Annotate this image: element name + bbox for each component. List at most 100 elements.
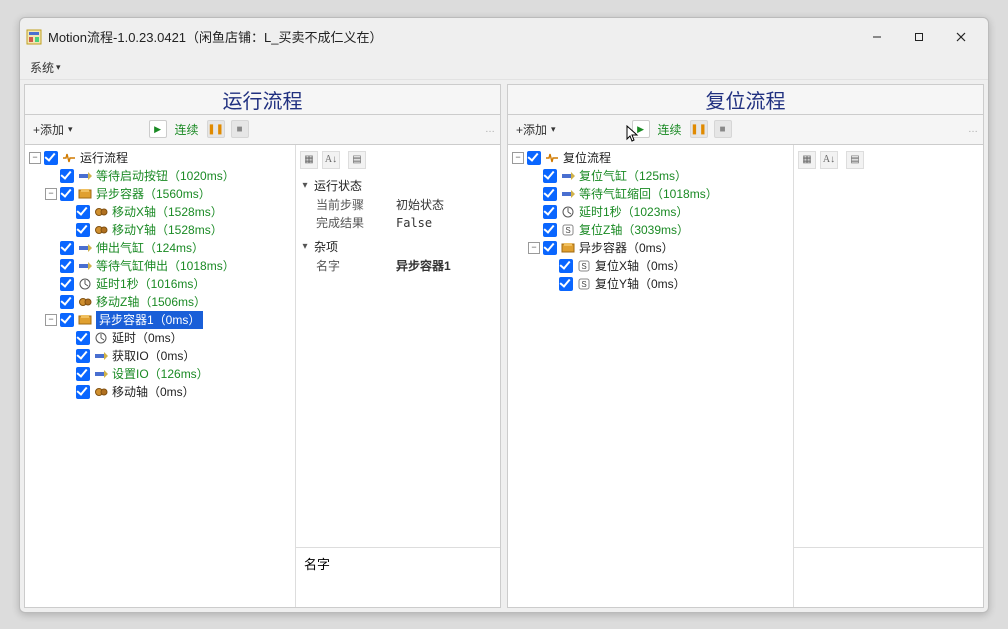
tree-node[interactable]: 移动Y轴（1528ms） [59,221,293,239]
pages-icon[interactable]: ▤ [846,151,864,169]
pages-icon[interactable]: ▤ [348,151,366,169]
checkbox-icon[interactable] [559,259,573,273]
tree-node[interactable]: 复位气缸（125ms） [526,167,791,185]
checkbox-icon[interactable] [527,151,541,165]
tree-node[interactable]: 等待启动按钮（1020ms） [43,167,293,185]
toolbar-right: +添加 ▾ ▶ 连续 ❚❚ ■ … [507,114,984,144]
expander-icon[interactable]: − [45,314,57,326]
add-button[interactable]: +添加 ▾ [512,119,560,140]
flow-icon [544,151,560,165]
tree-node[interactable]: 延时（0ms） [59,329,293,347]
tree-node[interactable]: 移动轴（0ms） [59,383,293,401]
tree-node[interactable]: − 异步容器（0ms） S复位X轴（0ms） S复位Y轴（0ms） [526,239,791,293]
tree-node[interactable]: 等待气缸缩回（1018ms） [526,185,791,203]
node-label: 移动Y轴（1528ms） [112,221,223,239]
checkbox-icon[interactable] [543,205,557,219]
add-button[interactable]: +添加 ▾ [29,119,77,140]
prop-row[interactable]: 完成结果False [300,214,496,232]
tree-run[interactable]: − 运行流程 等待启动按钮（1020ms） −异步容器（1560ms） [25,145,295,607]
pause-button[interactable]: ❚❚ [207,120,225,138]
prop-group-label: 杂项 [314,238,338,255]
checkbox-icon[interactable] [543,241,557,255]
checkbox-icon[interactable] [60,313,74,327]
svg-text:S: S [565,226,570,235]
tree-node[interactable]: 延时1秒（1016ms） [43,275,293,293]
checkbox-icon[interactable] [60,169,74,183]
clock-icon [93,331,109,345]
stop-button[interactable]: ■ [231,120,249,138]
tree-node[interactable]: −异步容器（1560ms） 移动X轴（1528ms） 移动Y轴（1528ms） [43,185,293,239]
pause-button[interactable]: ❚❚ [690,120,708,138]
tree-node[interactable]: 移动Z轴（1506ms） [43,293,293,311]
continuous-button[interactable]: 连续 [656,121,684,138]
expander-icon[interactable]: − [528,242,540,254]
property-grid-right: ▦ A↓ ▤ [793,145,983,607]
tree-node[interactable]: 移动X轴（1528ms） [59,203,293,221]
more-icon[interactable]: … [968,124,979,135]
sort-az-icon[interactable]: A↓ [820,151,838,169]
tree-root[interactable]: − 运行流程 等待启动按钮（1020ms） −异步容器（1560ms） [27,149,293,401]
prop-group-label: 运行状态 [314,177,362,194]
checkbox-icon[interactable] [76,349,90,363]
minimize-button[interactable] [856,23,898,51]
tree-reset[interactable]: − 复位流程 复位气缸（125ms） 等待气缸缩回（1018ms） 延时1秒（1… [508,145,793,607]
play-button[interactable]: ▶ [632,120,650,138]
clock-icon [560,205,576,219]
caret-icon[interactable]: ▾ [300,180,310,191]
node-label: 等待气缸缩回（1018ms） [579,185,718,203]
tree-node[interactable]: S 复位Z轴（3039ms） [526,221,791,239]
checkbox-icon[interactable] [60,241,74,255]
node-label: 复位流程 [563,149,611,167]
sort-az-icon[interactable]: A↓ [322,151,340,169]
checkbox-icon[interactable] [76,223,90,237]
tree-node[interactable]: S复位X轴（0ms） [542,257,791,275]
s-icon: S [576,259,592,273]
checkbox-icon[interactable] [76,367,90,381]
tree-node[interactable]: 等待气缸伸出（1018ms） [43,257,293,275]
tree-root[interactable]: − 复位流程 复位气缸（125ms） 等待气缸缩回（1018ms） 延时1秒（1… [510,149,791,293]
node-label: 异步容器（0ms） [579,239,674,257]
tree-node[interactable]: 获取IO（0ms） [59,347,293,365]
checkbox-icon[interactable] [76,385,90,399]
play-button[interactable]: ▶ [149,120,167,138]
prop-row[interactable]: 名字异步容器1 [300,257,496,275]
io-icon [560,169,576,183]
checkbox-icon[interactable] [76,331,90,345]
container-icon [77,313,93,327]
checkbox-icon[interactable] [543,187,557,201]
tree-node[interactable]: 设置IO（126ms） [59,365,293,383]
caret-icon[interactable]: ▾ [300,241,310,252]
checkbox-icon[interactable] [60,295,74,309]
split-left: − 运行流程 等待启动按钮（1020ms） −异步容器（1560ms） [24,144,501,608]
prop-val: 初始状态 [396,196,444,214]
stop-button[interactable]: ■ [714,120,732,138]
categorize-icon[interactable]: ▦ [798,151,816,169]
panel-reset-title: 复位流程 [507,84,984,114]
tree-node[interactable]: −异步容器1（0ms） 延时（0ms） 获取IO（0ms） 设置IO（126ms… [43,311,293,401]
close-button[interactable] [940,23,982,51]
checkbox-icon[interactable] [543,169,557,183]
more-icon[interactable]: … [485,124,496,135]
menu-system-label: 系统 [30,59,54,76]
prop-row[interactable]: 当前步骤初始状态 [300,196,496,214]
checkbox-icon[interactable] [76,205,90,219]
tree-node[interactable]: S复位Y轴（0ms） [542,275,791,293]
node-label: 复位Z轴（3039ms） [579,221,689,239]
tree-node[interactable]: 伸出气缸（124ms） [43,239,293,257]
expander-icon[interactable]: − [29,152,41,164]
menu-system[interactable]: 系统 ▾ [24,59,67,76]
checkbox-icon[interactable] [44,151,58,165]
expander-icon[interactable]: − [45,188,57,200]
titlebar: Motion流程-1.0.23.0421（闲鱼店铺：L_买卖不成仁义在） [20,18,988,56]
checkbox-icon[interactable] [543,223,557,237]
maximize-button[interactable] [898,23,940,51]
expander-icon[interactable]: − [512,152,524,164]
prop-val: False [396,214,432,232]
categorize-icon[interactable]: ▦ [300,151,318,169]
checkbox-icon[interactable] [60,187,74,201]
continuous-button[interactable]: 连续 [173,121,201,138]
checkbox-icon[interactable] [60,259,74,273]
checkbox-icon[interactable] [559,277,573,291]
checkbox-icon[interactable] [60,277,74,291]
tree-node[interactable]: 延时1秒（1023ms） [526,203,791,221]
